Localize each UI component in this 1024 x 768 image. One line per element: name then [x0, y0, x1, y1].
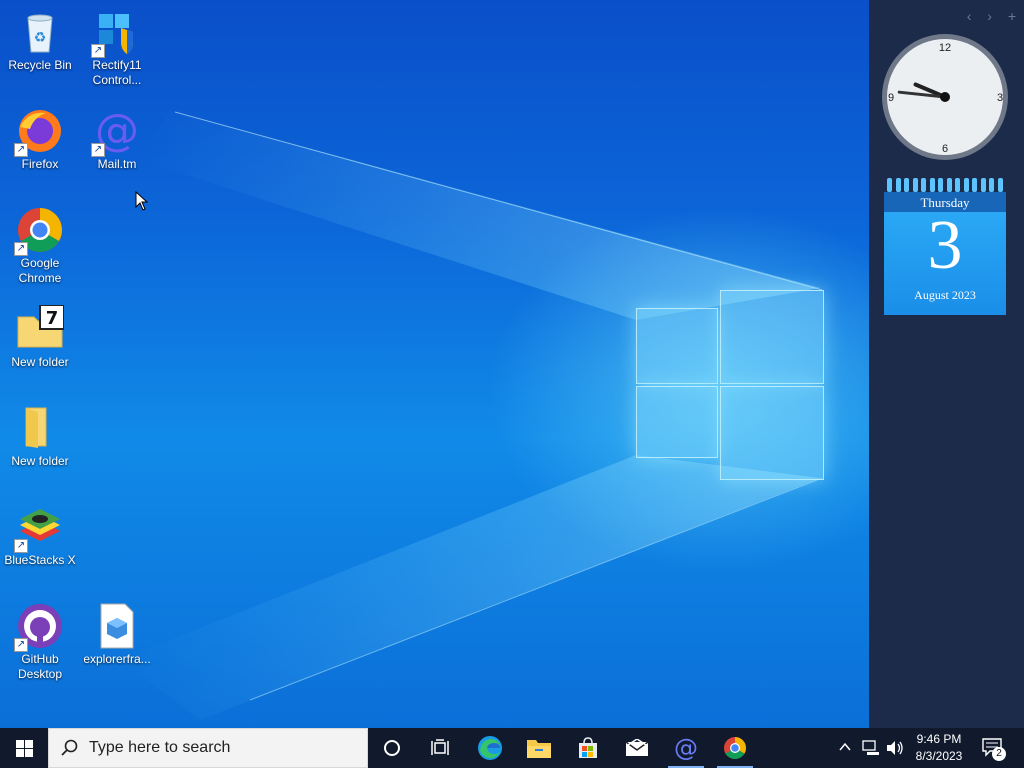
- github-icon: ↗: [14, 602, 64, 652]
- clock-numeral-12: 12: [939, 42, 951, 54]
- search-icon: [61, 739, 78, 756]
- mail-tm-icon-item[interactable]: @ ↗ Mail.tm: [77, 105, 157, 172]
- control-panel-shield-icon: ↗: [91, 8, 141, 58]
- clock-gadget[interactable]: 12 3 6 9: [880, 32, 1010, 162]
- cortana-button[interactable]: [368, 728, 416, 768]
- taskbar-mail-button[interactable]: [613, 728, 661, 768]
- sidebar-prev-button[interactable]: ‹: [967, 8, 972, 24]
- gadget-sidebar: ‹ › + 12 3 6 9 Thursday 3 August 2023: [869, 0, 1024, 728]
- desktop[interactable]: ♻ Recycle Bin ↗ Rectify11 Control... ↗ F…: [0, 0, 869, 728]
- bluestacks-icon: ↗: [14, 503, 64, 553]
- windows-logo-wallpaper: [636, 290, 824, 480]
- network-tray-button[interactable]: [862, 740, 880, 759]
- icon-label: BlueStacks X: [4, 553, 76, 567]
- edge-icon: [478, 736, 502, 760]
- task-view-button[interactable]: [416, 728, 464, 768]
- show-hidden-icons-button[interactable]: [838, 740, 852, 757]
- at-sign-icon: @ ↗: [91, 105, 141, 157]
- icon-label: New folder: [11, 454, 69, 468]
- shortcut-arrow-icon: ↗: [91, 143, 105, 157]
- chrome-icon: ↗: [14, 206, 64, 256]
- start-button[interactable]: [0, 728, 48, 768]
- sidebar-nav: ‹ › +: [955, 8, 1016, 24]
- taskbar: Type here to search @ 9:46 PM 8/3/2023 2: [0, 728, 1024, 768]
- sidebar-add-button[interactable]: +: [1008, 8, 1016, 24]
- chrome-icon: [724, 737, 746, 759]
- taskbar-mailtm-button[interactable]: @: [662, 728, 710, 768]
- store-bag-icon: [579, 737, 597, 758]
- calendar-gadget[interactable]: Thursday 3 August 2023: [884, 178, 1006, 315]
- calendar-month-year: August 2023: [914, 288, 976, 302]
- search-placeholder: Type here to search: [89, 739, 231, 756]
- icon-label: explorerfra...: [83, 652, 151, 666]
- calendar-binding-rings: [884, 178, 1006, 192]
- file-cube-icon: [93, 602, 141, 650]
- new-folder-icon-item[interactable]: New folder: [0, 404, 80, 469]
- rectify11-control-icon-item[interactable]: ↗ Rectify11 Control...: [77, 8, 157, 88]
- taskbar-search-box[interactable]: Type here to search: [48, 728, 368, 768]
- recycle-bin-icon-item[interactable]: ♻ Recycle Bin: [0, 8, 80, 73]
- network-icon: [862, 740, 879, 755]
- folder-icon: [16, 404, 64, 452]
- svg-text:@: @: [674, 735, 698, 761]
- taskbar-store-button[interactable]: [564, 728, 612, 768]
- taskbar-file-explorer-button[interactable]: [515, 728, 563, 768]
- clock-numeral-9: 9: [888, 92, 894, 104]
- speaker-icon: [887, 741, 903, 755]
- taskbar-chrome-button[interactable]: [711, 728, 759, 768]
- file-explorer-icon: [527, 740, 551, 758]
- taskbar-date: 8/3/2023: [915, 749, 963, 763]
- action-center-button[interactable]: 2: [982, 737, 1006, 761]
- icon-label: New folder: [11, 355, 69, 369]
- bluestacks-x-icon-item[interactable]: ↗ BlueStacks X: [0, 503, 80, 568]
- notification-count-badge: 2: [992, 747, 1006, 761]
- taskbar-time: 9:46 PM: [916, 732, 962, 746]
- google-chrome-icon-item[interactable]: ↗ Google Chrome: [0, 206, 80, 286]
- new-folder-7zip-icon-item[interactable]: 7 New folder: [0, 304, 80, 370]
- explorerframe-icon-item[interactable]: explorerfra...: [77, 602, 157, 667]
- icon-label: Google Chrome: [18, 256, 62, 285]
- shortcut-arrow-icon: ↗: [14, 539, 28, 553]
- at-sign-icon: @: [674, 735, 698, 761]
- icon-label: Firefox: [21, 157, 59, 171]
- task-view-icon: [431, 739, 449, 755]
- calendar-day: 3: [927, 207, 963, 284]
- shortcut-arrow-icon: ↗: [91, 44, 105, 58]
- shortcut-arrow-icon: ↗: [14, 242, 28, 256]
- mouse-cursor-icon: [135, 191, 149, 211]
- windows-start-icon: [15, 739, 33, 757]
- svg-text:♻: ♻: [34, 29, 47, 45]
- icon-label: Mail.tm: [97, 157, 137, 171]
- sidebar-next-button[interactable]: ›: [987, 8, 992, 24]
- icon-label: Recycle Bin: [8, 58, 72, 72]
- chevron-up-icon: [839, 742, 851, 751]
- firefox-icon: ↗: [14, 107, 64, 157]
- taskbar-edge-button[interactable]: [466, 728, 514, 768]
- taskbar-clock[interactable]: 9:46 PM 8/3/2023: [906, 731, 972, 765]
- github-desktop-icon-item[interactable]: ↗ GitHub Desktop: [0, 602, 80, 682]
- icon-label: Rectify11 Control...: [92, 58, 142, 87]
- clock-numeral-3: 3: [997, 92, 1003, 104]
- mail-envelope-icon: [625, 739, 649, 756]
- firefox-icon-item[interactable]: ↗ Firefox: [0, 107, 80, 172]
- folder-7zip-icon: 7: [16, 304, 65, 353]
- recycle-bin-icon: ♻: [16, 8, 64, 56]
- shortcut-arrow-icon: ↗: [14, 143, 28, 157]
- icon-label: GitHub Desktop: [17, 652, 63, 681]
- shortcut-arrow-icon: ↗: [14, 638, 28, 652]
- cortana-circle-icon: [384, 740, 400, 756]
- svg-text:7: 7: [46, 308, 59, 329]
- clock-numeral-6: 6: [942, 143, 948, 155]
- volume-tray-button[interactable]: [886, 740, 904, 759]
